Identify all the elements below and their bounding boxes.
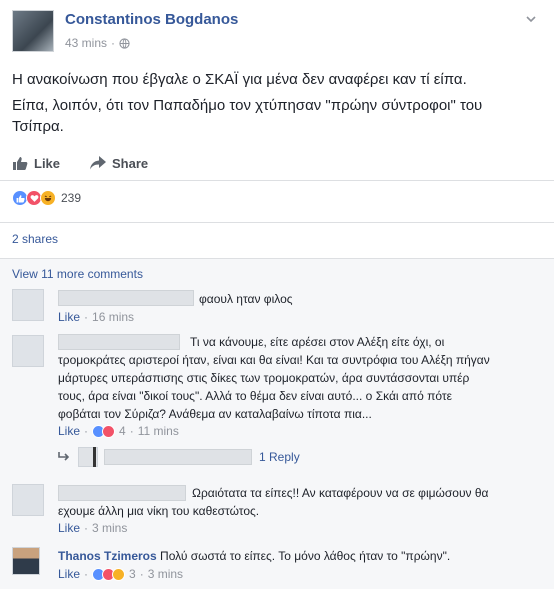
post-meta: 43 mins · [65, 36, 130, 50]
globe-icon [119, 37, 130, 49]
redacted-name [104, 449, 252, 465]
comment-line: φοβάται τον Σύριζα? Ανάθεμα αν καταλαβαί… [58, 407, 372, 421]
author-name[interactable]: Constantinos Bogdanos [65, 11, 238, 28]
comment-line: εχουμε άλλη μια νίκη του καθεστώτος. [58, 504, 260, 518]
divider [0, 222, 554, 223]
post-header: Constantinos Bogdanos 43 mins · [12, 10, 542, 54]
redacted-name [58, 290, 194, 306]
share-arrow-icon [90, 156, 107, 170]
meta-separator: · [139, 567, 144, 581]
comment-reactions[interactable] [92, 567, 126, 581]
reaction-count[interactable]: 239 [61, 191, 81, 205]
comment-meta: Like · 3 mins [58, 521, 127, 535]
post-text-line-1: Η ανακοίνωση που έβγαλε ο ΣΚΑΪ για μένα … [12, 71, 467, 88]
commenter-avatar[interactable] [12, 335, 44, 367]
comment-time[interactable]: 3 mins [148, 567, 183, 581]
comment-time[interactable]: 16 mins [92, 310, 134, 324]
reply-arrow-icon [58, 452, 70, 461]
comment-meta: Like · 4 · 11 mins [58, 424, 179, 438]
comment-text: Τι να κάνουμε, είτε αρέσει στον Αλέξη εί… [58, 333, 548, 423]
comment-text: φαουλ ηταν φιλος [199, 292, 293, 306]
meta-separator: · [84, 521, 89, 535]
commenter-name[interactable]: Thanos Tzimeros [58, 549, 157, 563]
reply-avatar-detail [93, 447, 96, 467]
like-label: Like [34, 155, 61, 171]
like-button[interactable]: Like [12, 155, 60, 171]
commenter-avatar[interactable] [12, 289, 44, 321]
comment-meta: Like · 16 mins [58, 310, 134, 324]
comment-time[interactable]: 3 mins [92, 521, 127, 535]
meta-separator: · [129, 424, 134, 438]
chevron-down-icon[interactable] [524, 12, 538, 26]
comment-body: Πολύ σωστά το είπες. Το μόνο λάθος ήταν … [160, 549, 451, 563]
comment-text: Ωραιότατα τα είπες!! Αν καταφέρουν να σε… [58, 484, 528, 520]
meta-separator: · [84, 310, 89, 324]
share-label: Share [112, 155, 149, 171]
post-actions: Like Share [12, 150, 542, 176]
comment-line: τους, άρα είναι "δικοί τους". Αλλά το θέ… [58, 389, 452, 403]
commenter-avatar[interactable] [12, 484, 44, 516]
comment-reaction-count[interactable]: 4 [119, 424, 126, 438]
comment-text: Thanos Tzimeros Πολύ σωστά το είπες. Το … [58, 547, 450, 565]
thumbs-up-icon [13, 157, 28, 170]
meta-separator: · [111, 36, 116, 50]
comment-reactions[interactable] [92, 424, 116, 438]
divider [0, 180, 554, 181]
comment-like-link[interactable]: Like [58, 567, 80, 581]
facebook-post: Constantinos Bogdanos 43 mins · Η ανακοί… [0, 0, 554, 589]
post-text-line-2: Είπα, λοιπόν, ότι τον Παπαδήμο τον χτύπη… [12, 97, 483, 135]
share-button[interactable]: Share [90, 156, 148, 171]
comment-meta: Like · 3 · 3 mins [58, 567, 183, 581]
haha-reaction-icon [40, 190, 56, 206]
post-time[interactable]: 43 mins [65, 36, 107, 50]
commenter-avatar[interactable] [12, 547, 40, 575]
comment-line: Τι να κάνουμε, είτε αρέσει στον Αλέξη εί… [190, 335, 445, 349]
comment-line: Ωραιότατα τα είπες!! Αν καταφέρουν να σε… [192, 486, 489, 500]
comment-line: μάρτυρες υπεράσπισης στις δίκες των τρομ… [58, 371, 470, 385]
comment-reaction-count[interactable]: 3 [129, 567, 136, 581]
comment-time[interactable]: 11 mins [138, 424, 179, 438]
author-avatar[interactable] [12, 10, 54, 52]
comment-like-link[interactable]: Like [58, 521, 80, 535]
meta-separator: · [84, 424, 89, 438]
view-replies-link[interactable]: 1 Reply [259, 450, 300, 464]
meta-separator: · [84, 567, 89, 581]
view-more-comments-link[interactable]: View 11 more comments [12, 267, 143, 281]
haha-reaction-icon [112, 567, 126, 581]
comment-like-link[interactable]: Like [58, 310, 80, 324]
shares-count[interactable]: 2 shares [12, 232, 58, 246]
comment-line: τρομοκράτες αριστεροί ήταν, είναι και θα… [58, 353, 490, 367]
love-reaction-icon [102, 424, 116, 438]
comment-like-link[interactable]: Like [58, 424, 80, 438]
reactions-summary[interactable]: 239 [12, 188, 81, 208]
